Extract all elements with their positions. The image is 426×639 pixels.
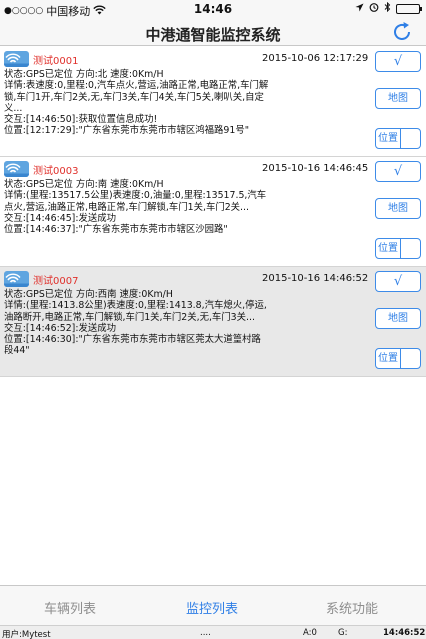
bluetooth-icon [384,1,391,15]
card-timestamp: 2015-10-16 14:46:52 [262,273,369,284]
detail-line: 交互:[14:46:52]:发送成功 [4,322,116,334]
confirm-button[interactable]: √ [375,161,421,182]
position-toggle-button[interactable] [400,238,421,259]
vehicle-card[interactable]: 测试0003 2015-10-16 14:46:45 状态:GPS已定位 方向:… [0,157,426,267]
position-toggle-button[interactable] [400,348,421,369]
detail-line: 状态:GPS已定位 方向:南 速度:0Km/H [4,179,164,190]
info-time: 14:46:52 [383,628,426,638]
tab-monitor-list[interactable]: 监控列表 [186,598,238,617]
vehicle-details: 状态:GPS已定位 方向:南 速度:0Km/H 详情:(里程:13517.5公里)… [4,179,270,235]
status-right [355,1,422,15]
position-button[interactable]: 位置 [375,128,401,149]
card-header: 测试0001 [4,50,78,68]
vehicle-name: 测试0001 [33,55,79,67]
detail-line: 状态:GPS已定位 方向:北 速度:0Km/H [4,69,164,80]
battery-icon [396,3,422,14]
detail-line: 位置:[14:46:30]:"广东省东莞市东莞市市辖区莞太大道篁村路段44" [4,334,261,357]
vehicle-card[interactable]: 测试0001 2015-10-06 12:17:29 状态:GPS已定位 方向:… [0,47,426,157]
location-arrow-icon [355,3,364,15]
vehicle-card[interactable]: 测试0007 2015-10-16 14:46:52 状态:GPS已定位 方向:… [0,267,426,377]
detail-line: 详情:(里程:1413.8公里)表速度:0,里程:1413.8,汽车熄火,停运,… [4,300,267,323]
detail-line: 位置:[14:46:37]:"广东省东莞市东莞市市辖区沙园路" [4,224,228,236]
page-title: 中港通智能监控系统 [145,26,281,44]
card-header: 测试0003 [4,160,78,178]
vehicle-name: 测试0007 [33,275,79,287]
detail-line: 状态:GPS已定位 方向:西南 速度:0Km/H [4,289,173,300]
info-bar: 用户:Mytest .... A:0 G: 14:46:52 [0,625,426,639]
a-counter: A:0 [303,628,317,638]
detail-line: 位置:[12:17:29]:"广东省东莞市东莞市市辖区鸿福路91号" [4,125,250,137]
monitor-list[interactable]: 测试0001 2015-10-06 12:17:29 状态:GPS已定位 方向:… [0,47,426,377]
vehicle-name: 测试0003 [33,165,79,177]
detail-line: 详情:表速度:0,里程:0,汽车点火,营运,油路正常,电路正常,车门解锁,车门1… [4,80,269,114]
position-toggle-button[interactable] [400,128,421,149]
refresh-icon[interactable] [390,20,414,44]
vehicle-signal-icon [4,161,29,177]
map-button[interactable]: 地图 [375,88,421,109]
map-button[interactable]: 地图 [375,198,421,219]
alarm-icon [369,2,379,15]
info-dots: .... [200,628,211,638]
vehicle-details: 状态:GPS已定位 方向:西南 速度:0Km/H 详情:(里程:1413.8公里)… [4,289,270,357]
detail-line: 详情:(里程:13517.5公里)表速度:0,油量:0,里程:13517.5,汽… [4,190,267,213]
card-timestamp: 2015-10-16 14:46:45 [262,163,369,174]
vehicle-details: 状态:GPS已定位 方向:北 速度:0Km/H 详情:表速度:0,里程:0,汽车点… [4,69,270,137]
map-button[interactable]: 地图 [375,308,421,329]
confirm-button[interactable]: √ [375,271,421,292]
confirm-button[interactable]: √ [375,51,421,72]
position-button[interactable]: 位置 [375,348,401,369]
vehicle-signal-icon [4,51,29,67]
tab-system-functions[interactable]: 系统功能 [326,598,378,617]
tab-vehicle-list[interactable]: 车辆列表 [44,598,96,617]
card-timestamp: 2015-10-06 12:17:29 [262,53,369,64]
detail-line: 交互:[14:46:45]:发送成功 [4,212,116,224]
status-bar: ●○○○○ 中国移动 14:46 [0,0,426,20]
vehicle-signal-icon [4,271,29,287]
g-counter: G: [338,628,348,638]
position-button[interactable]: 位置 [375,238,401,259]
user-label: 用户:Mytest [2,630,51,639]
detail-line: 交互:[14:46:50]:获取位置信息成功! [4,114,158,126]
tab-bar: 车辆列表 监控列表 系统功能 [0,585,426,625]
nav-bar: 中港通智能监控系统 [0,20,426,46]
card-header: 测试0007 [4,270,78,288]
